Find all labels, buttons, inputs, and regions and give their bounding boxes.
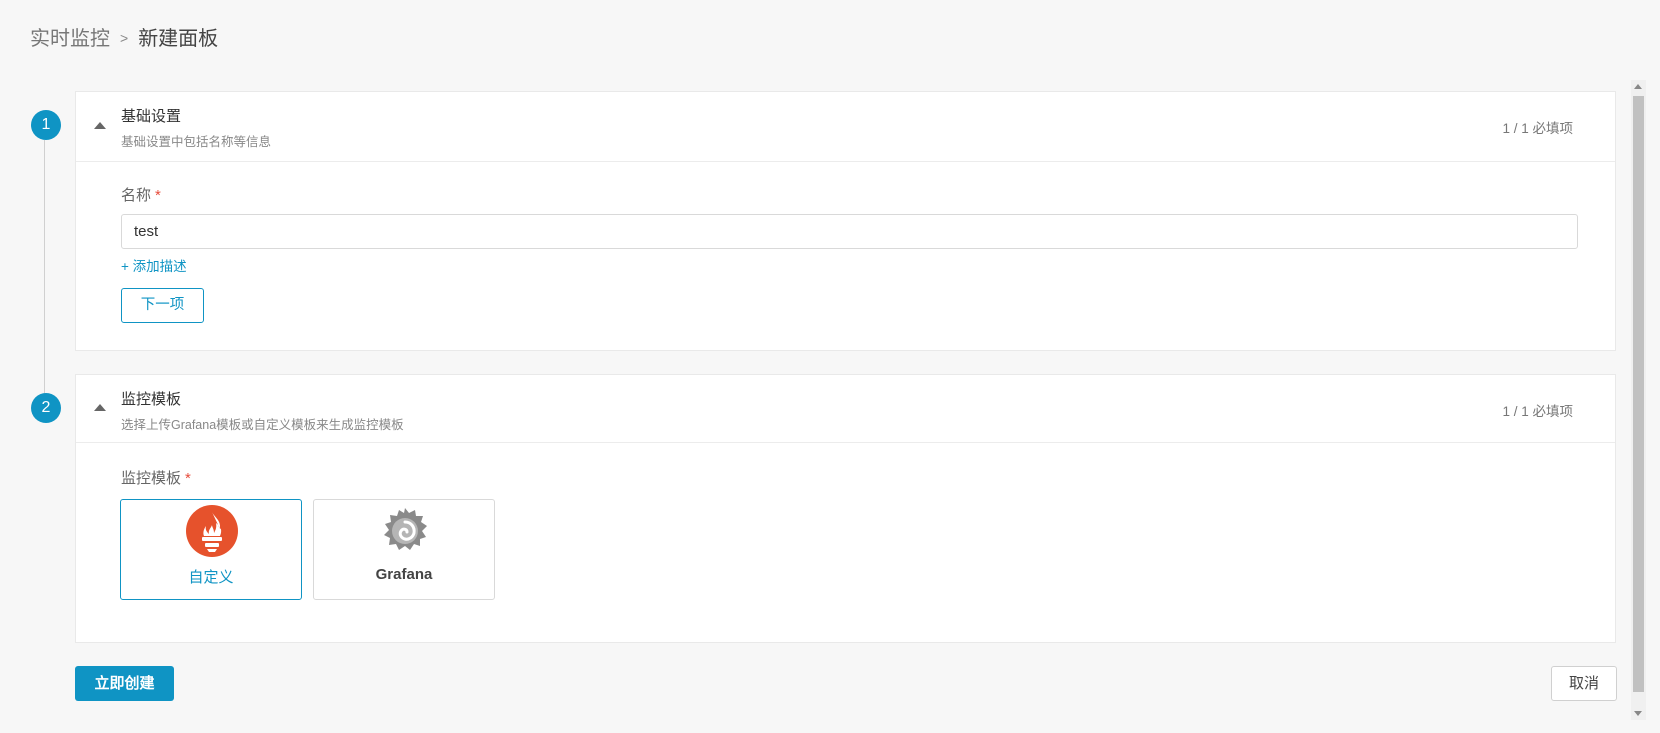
required-mark: * xyxy=(155,187,161,204)
template-option-custom[interactable]: 自定义 xyxy=(120,499,302,600)
prometheus-icon xyxy=(186,505,238,557)
basic-settings-header[interactable]: 基础设置 基础设置中包括名称等信息 1 / 1 必填项 xyxy=(76,92,1615,162)
breadcrumb-separator: > xyxy=(120,30,129,46)
cancel-button[interactable]: 取消 xyxy=(1551,666,1617,701)
step-number-1: 1 xyxy=(31,110,61,140)
template-field-label: 监控模板 * xyxy=(121,467,191,488)
required-mark: * xyxy=(185,470,191,487)
scroll-down-arrow-icon[interactable] xyxy=(1634,711,1642,716)
panel-subtitle: 选择上传Grafana模板或自定义模板来生成监控模板 xyxy=(121,418,404,432)
template-label-text: 监控模板 xyxy=(121,470,182,487)
template-panel: 监控模板 选择上传Grafana模板或自定义模板来生成监控模板 1 / 1 必填… xyxy=(75,374,1616,643)
required-count: 1 / 1 必填项 xyxy=(1502,404,1573,419)
template-option-label: Grafana xyxy=(375,566,433,583)
grafana-icon xyxy=(384,508,427,550)
required-count: 1 / 1 必填项 xyxy=(1502,121,1573,136)
create-button[interactable]: 立即创建 xyxy=(75,666,174,701)
breadcrumb-current: 新建面板 xyxy=(138,28,219,50)
template-option-grafana[interactable]: Grafana xyxy=(313,499,495,600)
template-option-label: 自定义 xyxy=(188,569,234,586)
step-number-2: 2 xyxy=(31,393,61,423)
collapse-caret-icon[interactable] xyxy=(94,122,106,129)
basic-settings-panel: 基础设置 基础设置中包括名称等信息 1 / 1 必填项 名称* + 添加描述 下… xyxy=(75,91,1616,351)
name-label-text: 名称 xyxy=(121,187,152,204)
name-input[interactable] xyxy=(121,214,1578,249)
scrollbar-thumb[interactable] xyxy=(1633,96,1644,692)
next-step-button[interactable]: 下一项 xyxy=(121,288,204,323)
scroll-up-arrow-icon[interactable] xyxy=(1634,84,1642,89)
step-connector-line xyxy=(44,140,45,395)
name-field-label: 名称 * xyxy=(121,184,161,205)
breadcrumb: 实时监控 > 新建面板 xyxy=(30,22,218,51)
panel-title: 基础设置 xyxy=(121,108,182,125)
add-description-link[interactable]: + 添加描述 xyxy=(121,255,187,275)
breadcrumb-parent[interactable]: 实时监控 xyxy=(30,28,110,50)
panel-subtitle: 基础设置中包括名称等信息 xyxy=(121,135,272,149)
vertical-scrollbar[interactable] xyxy=(1631,80,1646,720)
collapse-caret-icon[interactable] xyxy=(94,404,106,411)
template-header[interactable]: 监控模板 选择上传Grafana模板或自定义模板来生成监控模板 1 / 1 必填… xyxy=(76,375,1615,443)
panel-title: 监控模板 xyxy=(121,391,182,408)
